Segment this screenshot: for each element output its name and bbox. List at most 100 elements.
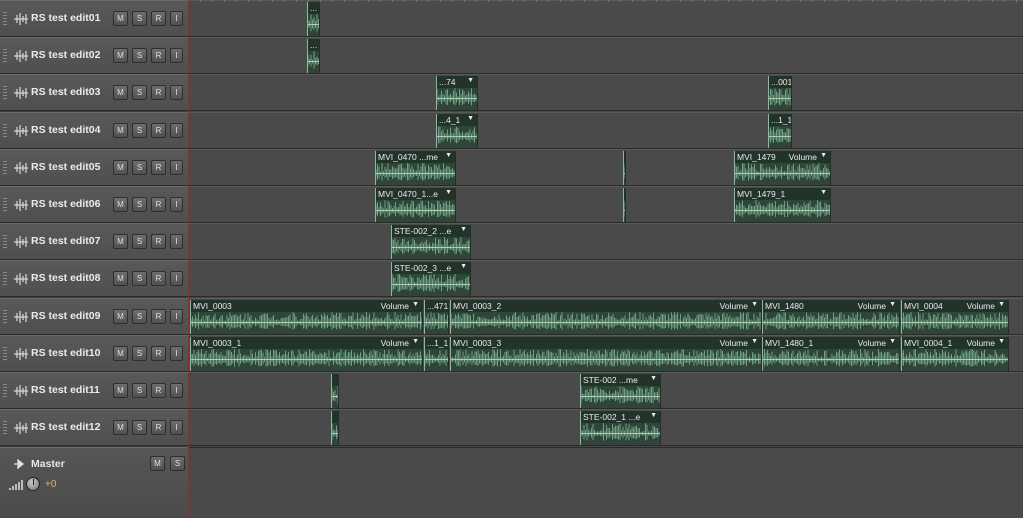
clip-menu-arrow-icon[interactable]: ▼ [751, 338, 758, 345]
clip-volume-envelope[interactable] [376, 210, 455, 211]
audio-clip[interactable] [331, 374, 339, 408]
solo-button[interactable]: S [132, 234, 147, 250]
audio-clip[interactable]: ... [307, 39, 320, 74]
mute-button[interactable]: M [113, 48, 128, 64]
clip-menu-arrow-icon[interactable]: ▼ [445, 152, 452, 159]
clip-volume-envelope[interactable] [763, 358, 899, 360]
clip-volume-envelope[interactable] [437, 135, 477, 137]
clip-menu-arrow-icon[interactable]: ▼ [412, 338, 419, 345]
record-arm-button[interactable]: R [151, 234, 166, 250]
clip-header[interactable]: MVI_1479_1 ▼ [735, 188, 830, 200]
track-header[interactable]: RS test edit02 M S R I [0, 37, 188, 75]
clip-header[interactable]: MVI_1480_1 Volume ▼ [763, 336, 899, 349]
mute-button[interactable]: M [113, 383, 128, 398]
clip-volume-envelope[interactable] [332, 396, 338, 397]
record-arm-button[interactable]: R [151, 420, 166, 436]
mute-button[interactable]: M [113, 11, 128, 26]
solo-button[interactable]: S [132, 85, 147, 101]
record-arm-button[interactable]: R [151, 48, 166, 64]
audio-clip[interactable] [331, 411, 339, 446]
track-lane[interactable]: MVI_0003 Volume ▼ ...471 MVI_0003_2 Volu… [188, 297, 1023, 335]
audio-clip[interactable]: ...1_1 [424, 336, 449, 371]
audio-clip[interactable]: ...4_1 ▼ [436, 113, 478, 148]
clip-header[interactable]: ...471 [425, 299, 448, 312]
audio-clip[interactable]: MVI_0470_1...e ▼ [375, 188, 456, 222]
track-name[interactable]: RS test edit08 [31, 272, 100, 284]
track-lane[interactable]: MVI_0470 ...me ▼ MVI_1479 Volume ▼ [188, 148, 1023, 186]
clip-volume-envelope[interactable] [735, 210, 830, 211]
audio-clip[interactable]: MVI_1480_1 Volume ▼ [762, 336, 900, 371]
clip-header[interactable]: MVI_0470 ...me ▼ [376, 150, 455, 163]
track-name[interactable]: RS test edit02 [31, 49, 100, 61]
clip-volume-envelope[interactable] [581, 433, 660, 435]
audio-clip[interactable]: MVI_1479_1 ▼ [734, 188, 831, 222]
drag-handle-icon[interactable] [3, 86, 7, 101]
track-name[interactable]: RS test edit10 [31, 347, 100, 359]
track-name[interactable]: RS test edit09 [31, 310, 100, 322]
track-header[interactable]: RS test edit09 M S R I [0, 297, 188, 335]
clip-menu-arrow-icon[interactable]: ▼ [460, 263, 467, 270]
track-name[interactable]: RS test edit01 [31, 12, 100, 24]
clip-menu-arrow-icon[interactable]: ▼ [751, 301, 758, 308]
clip-volume-envelope[interactable] [191, 321, 422, 323]
playhead-marker[interactable] [188, 0, 189, 518]
clip-menu-arrow-icon[interactable]: ▼ [650, 412, 657, 419]
timeline-area[interactable]: ... ... ...74 ▼ ...001 ...4_1 ▼ ...1_1 M… [188, 0, 1023, 518]
solo-button[interactable]: S [132, 122, 147, 138]
audio-clip[interactable]: MVI_0003_1 Volume ▼ [190, 336, 423, 371]
clip-header[interactable]: STE-002_1 ...e ▼ [581, 411, 660, 424]
input-monitor-button[interactable]: I [170, 11, 183, 26]
input-monitor-button[interactable]: I [170, 420, 183, 436]
clip-menu-arrow-icon[interactable]: ▼ [650, 375, 657, 382]
clip-volume-label[interactable]: Volume [720, 301, 748, 311]
clip-volume-envelope[interactable] [437, 98, 477, 100]
clip-volume-envelope[interactable] [624, 172, 625, 174]
input-monitor-button[interactable]: I [170, 85, 183, 101]
audio-clip[interactable]: MVI_0470 ...me ▼ [375, 150, 456, 185]
track-header[interactable]: RS test edit10 M S R I [0, 334, 188, 372]
track-name[interactable]: RS test edit06 [31, 198, 100, 210]
drag-handle-icon[interactable] [3, 123, 7, 138]
clip-volume-envelope[interactable] [451, 321, 761, 323]
record-arm-button[interactable]: R [151, 308, 166, 324]
clip-volume-label[interactable]: Volume [720, 338, 748, 348]
audio-clip[interactable]: MVI_0003_3 Volume ▼ [450, 336, 762, 371]
track-lane[interactable]: STE-002_1 ...e ▼ [188, 409, 1023, 447]
track-lane[interactable]: MVI_0470_1...e ▼ MVI_1479_1 ▼ [188, 186, 1023, 223]
clip-header[interactable] [624, 188, 625, 200]
track-name[interactable]: RS test edit05 [31, 161, 100, 173]
solo-button[interactable]: S [132, 383, 147, 398]
master-track-lane[interactable] [188, 447, 1023, 518]
clip-menu-arrow-icon[interactable]: ▼ [889, 301, 896, 308]
track-name[interactable]: RS test edit11 [31, 384, 100, 396]
mute-button[interactable]: M [113, 85, 128, 101]
clip-volume-envelope[interactable] [769, 135, 791, 137]
track-lane[interactable]: STE-002 ...me ▼ [188, 372, 1023, 409]
record-arm-button[interactable]: R [151, 197, 166, 212]
clip-header[interactable]: ...001 [769, 76, 791, 89]
input-monitor-button[interactable]: I [170, 383, 183, 398]
master-solo-button[interactable]: S [170, 456, 185, 471]
track-header[interactable]: RS test edit01 M S R I [0, 0, 188, 37]
track-lane[interactable]: ... [188, 37, 1023, 75]
mute-button[interactable]: M [113, 122, 128, 138]
clip-menu-arrow-icon[interactable]: ▼ [820, 152, 827, 159]
audio-clip[interactable]: MVI_0004 Volume ▼ [901, 299, 1009, 334]
solo-button[interactable]: S [132, 197, 147, 212]
track-header[interactable]: RS test edit03 M S R I [0, 74, 188, 112]
master-volume-value[interactable]: +0 [45, 479, 56, 490]
clip-volume-envelope[interactable] [624, 210, 625, 211]
clip-volume-envelope[interactable] [308, 24, 319, 25]
solo-button[interactable]: S [132, 271, 147, 287]
audio-clip[interactable]: MVI_0003_2 Volume ▼ [450, 299, 762, 334]
clip-menu-arrow-icon[interactable]: ▼ [412, 301, 419, 308]
mute-button[interactable]: M [113, 308, 128, 324]
mute-button[interactable]: M [113, 197, 128, 212]
clip-volume-envelope[interactable] [332, 433, 338, 435]
track-name[interactable]: RS test edit12 [31, 421, 100, 433]
clip-menu-arrow-icon[interactable]: ▼ [467, 77, 474, 84]
clip-header[interactable]: MVI_1480 Volume ▼ [763, 299, 899, 312]
clip-header[interactable]: MVI_0004 Volume ▼ [902, 299, 1008, 312]
audio-clip[interactable]: MVI_0003 Volume ▼ [190, 299, 423, 334]
mute-button[interactable]: M [113, 345, 128, 361]
